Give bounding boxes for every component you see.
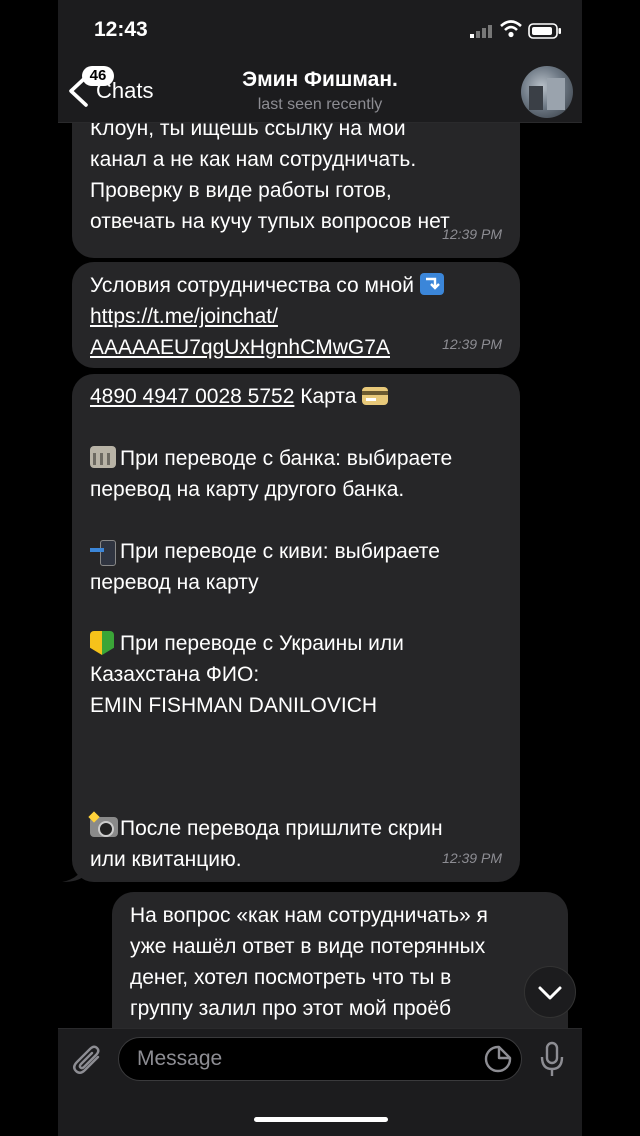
message-line: Условия сотрудничества со мной: [90, 270, 446, 301]
sticker-icon[interactable]: [483, 1044, 513, 1074]
message-text: На вопрос «как нам сотрудничать» я уже н…: [130, 904, 488, 1020]
outgoing-message-bubble[interactable]: На вопрос «как нам сотрудничать» я уже н…: [112, 892, 568, 1028]
contact-name[interactable]: Эмин Фишман.: [58, 68, 582, 92]
signal-icon: [470, 25, 492, 38]
after-text: После перевода пришлите скрин или квитан…: [90, 817, 443, 871]
ukraine-text: При переводе с Украины или Казахстана ФИ…: [90, 632, 404, 686]
bubble-tail: [62, 862, 84, 882]
message-bubble[interactable]: 4890 4947 0028 5752 Карта При переводе с…: [62, 374, 520, 882]
invite-link-cont[interactable]: AAAAAEU7qgUxHgnhCMwG7A: [90, 332, 390, 363]
status-bar: 12:43: [58, 0, 582, 60]
message-text: Клоун, ты ищешь ссылку на мой канал а не…: [90, 122, 450, 233]
wifi-icon: [500, 20, 522, 38]
microphone-icon[interactable]: [538, 1041, 566, 1079]
message-list[interactable]: Клоун, ты ищешь ссылку на мой канал а не…: [58, 122, 582, 1028]
credit-card-emoji-icon: [362, 387, 389, 405]
paperclip-icon[interactable]: [72, 1043, 104, 1079]
last-seen-status: last seen recently: [257, 96, 383, 113]
chat-header: Chats 46 Эмин Фишман. last seen recently: [58, 60, 582, 123]
bank-text: При переводе с банка: выбираете перевод …: [90, 447, 453, 501]
message-bubble[interactable]: Условия сотрудничества со мной https://t…: [72, 262, 520, 368]
invite-link[interactable]: https://t.me/joinchat/: [90, 301, 278, 332]
message-time: 12:39 PM: [442, 226, 502, 242]
chevron-down-icon: [538, 986, 562, 1000]
fio-text: EMIN FISHMAN DANILOVICH: [90, 694, 378, 717]
message-placeholder: Message: [137, 1047, 223, 1070]
message-bubble[interactable]: Клоун, ты ищешь ссылку на мой канал а не…: [72, 122, 520, 258]
battery-icon: [528, 23, 561, 39]
message-time: 12:39 PM: [442, 336, 502, 352]
card-line: 4890 4947 0028 5752 Карта: [90, 381, 390, 412]
status-time: 12:43: [94, 18, 148, 41]
card-label: Карта: [300, 385, 357, 408]
scroll-down-button[interactable]: [524, 966, 576, 1018]
home-indicator[interactable]: [254, 1117, 388, 1122]
message-input[interactable]: Message: [118, 1037, 522, 1081]
message-time: 12:39 PM: [442, 850, 502, 866]
qiwi-text: При переводе с киви: выбираете перевод н…: [90, 540, 440, 594]
arrow-emoji-icon: [419, 273, 444, 295]
telegram-screen: 12:43 Клоун, ты ищешь ссылку на мой кана…: [58, 0, 582, 1136]
avatar[interactable]: [521, 66, 573, 118]
card-number[interactable]: 4890 4947 0028 5752: [90, 385, 294, 408]
message-text: Условия сотрудничества со мной: [90, 274, 414, 297]
